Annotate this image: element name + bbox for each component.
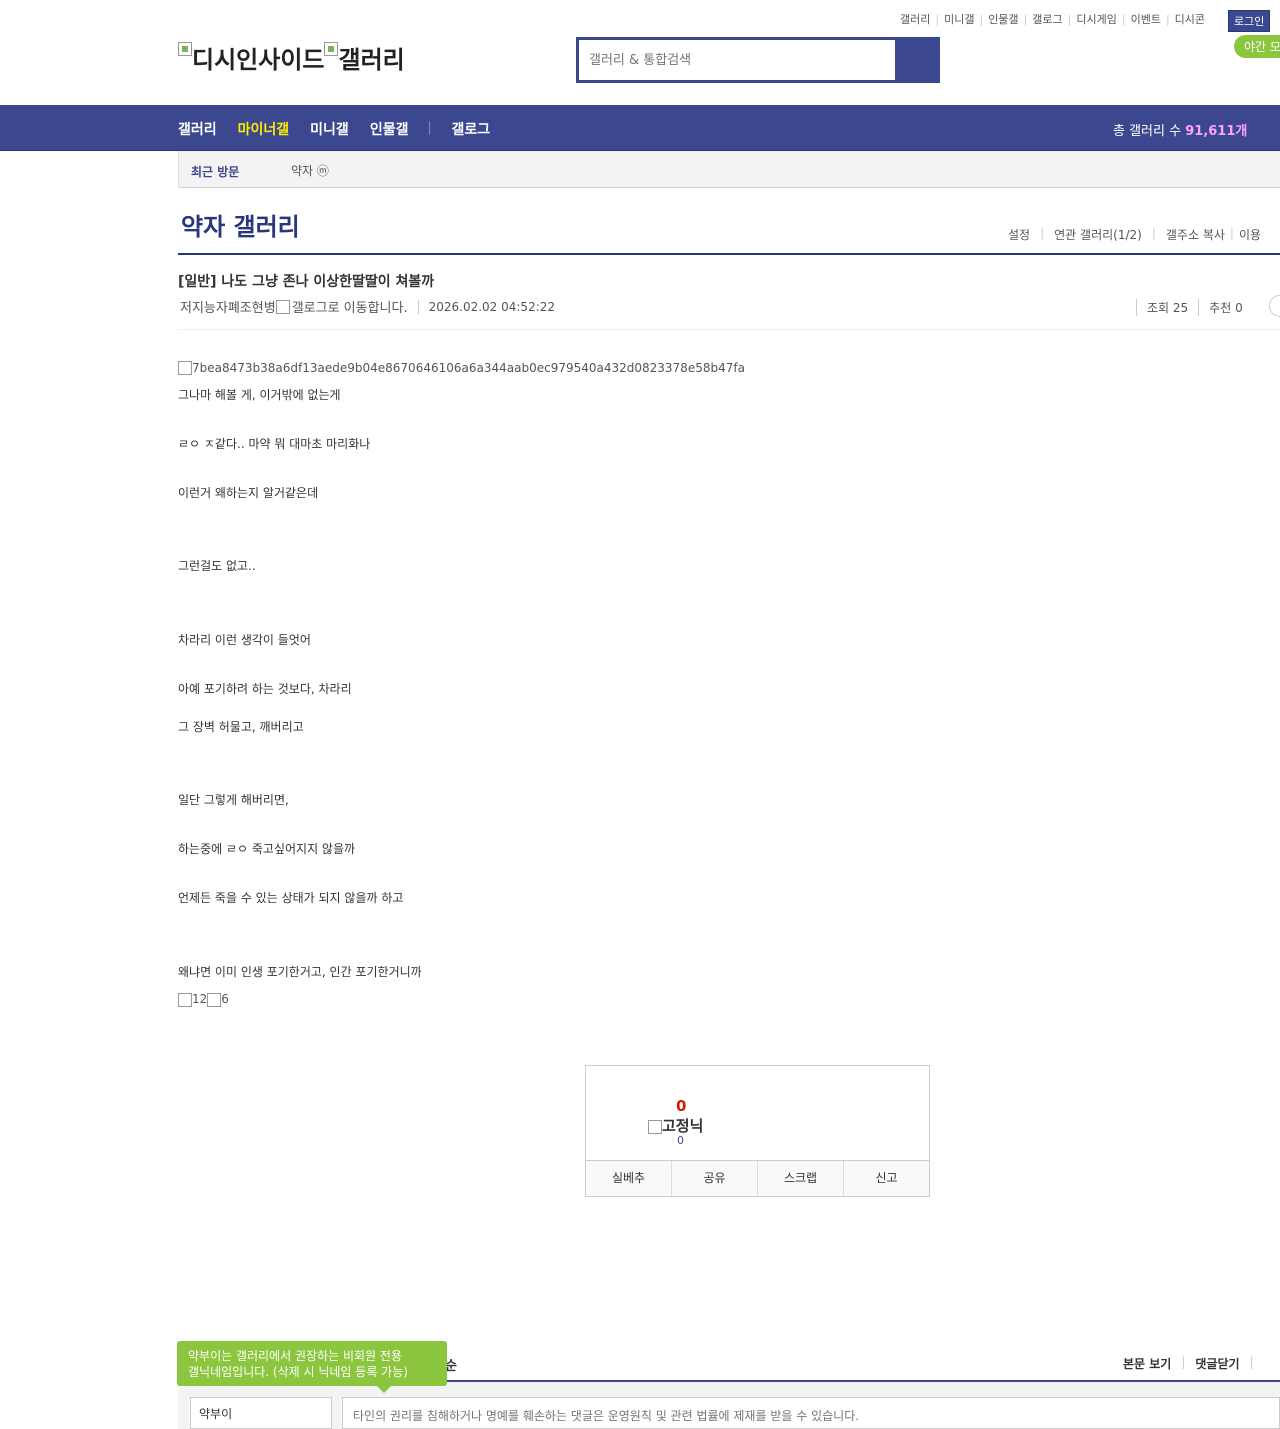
- comment-links: 본문 보기 | 댓글닫기 |: [1123, 1355, 1254, 1372]
- broken-image-icon: [275, 299, 290, 314]
- login-button[interactable]: 로그인: [1228, 10, 1271, 32]
- post-author[interactable]: 저지능자폐조현병: [180, 297, 276, 316]
- view-body-link[interactable]: 본문 보기: [1123, 1355, 1171, 1372]
- post-bottom-images: 12 6: [178, 992, 229, 1007]
- tooltip-line: 갤닉네임입니다. (삭제 시 닉네임 등록 가능): [188, 1365, 408, 1379]
- post-paragraph: 아예 포기하려 하는 것보다, 차라리: [178, 682, 352, 696]
- gallery-title[interactable]: 약자 갤러리: [181, 207, 300, 242]
- divider: [178, 329, 1280, 330]
- close-comments-link[interactable]: 댓글닫기: [1195, 1355, 1239, 1372]
- main-nav: 갤러리 마이너갤 미니갤 인물갤 갤로그 총 갤러리 수 91,611개: [0, 105, 1280, 151]
- gallery-tools: 설정 | 연관 갤러리(1/2) | 갤주소 복사 | 이용: [1008, 226, 1262, 243]
- related-gallery-link[interactable]: 연관 갤러리(1/2): [1054, 226, 1142, 243]
- night-mode-button[interactable]: 야간 모: [1234, 35, 1280, 58]
- post-paragraph: 언제든 죽을 수 있는 상태가 되지 않을까 하고: [178, 891, 404, 905]
- post-paragraph: 왜냐면 이미 인생 포기한거고, 인간 포기한거니까: [178, 965, 422, 979]
- fixed-nick-count: 0: [677, 1134, 684, 1147]
- copy-address-link[interactable]: 갤주소 복사: [1166, 226, 1225, 243]
- post-image-alt: 7bea8473b38a6df13aede9b04e8670646106a6a3…: [192, 361, 745, 375]
- total-gallery-count: 총 갤러리 수 91,611개: [1113, 120, 1247, 139]
- search-input[interactable]: [579, 40, 895, 80]
- util-link-dccon[interactable]: 디시콘: [1175, 11, 1205, 27]
- post-date: 2026.02.02 04:52:22: [417, 299, 555, 314]
- nav-item-mini-gallery[interactable]: 미니갤: [310, 119, 349, 139]
- total-gallery-label: 총 갤러리 수: [1113, 124, 1182, 139]
- broken-image-icon: [207, 992, 222, 1007]
- share-button[interactable]: 공유: [671, 1161, 757, 1196]
- util-link-persongall[interactable]: 인물갤: [988, 11, 1018, 27]
- tooltip-line: 약부이는 갤러리에서 권장하는 비회원 전용: [188, 1349, 402, 1363]
- gallog-link[interactable]: 갤로그로 이동합니다.: [292, 297, 408, 316]
- post-paragraph: 그런걸도 없고..: [178, 559, 256, 573]
- post-paragraph: 차라리 이런 생각이 들엇어: [178, 633, 311, 647]
- image-alt: 6: [221, 992, 229, 1006]
- recommend-count: 추천 0: [1198, 299, 1253, 316]
- util-link-minigall[interactable]: 미니갤: [944, 11, 974, 27]
- post-paragraph: ㄹㅇ ㅈ같다.. 마약 뭐 대마초 마리화나: [178, 437, 371, 451]
- util-link-gallog[interactable]: 갤로그: [1032, 11, 1062, 27]
- post-paragraph: 이런거 왜하는지 알거같은데: [178, 486, 319, 500]
- recommend-box-count: 0: [676, 1097, 687, 1115]
- nav-item-person-gallery[interactable]: 인물갤: [370, 119, 409, 139]
- search-box: [576, 37, 940, 83]
- logo-text-dcinside: 디시인사이드: [192, 46, 325, 74]
- broken-image-icon: [178, 992, 192, 1007]
- nav-item-gallog[interactable]: 갤로그: [429, 119, 490, 139]
- post-paragraph: 그 장벽 허물고, 깨버리고: [178, 720, 304, 734]
- report-button[interactable]: 신고: [843, 1161, 929, 1196]
- usage-link[interactable]: 이용: [1239, 226, 1261, 243]
- post-title: [일반] 나도 그냥 존나 이상한딸딸이 쳐볼까: [178, 274, 435, 290]
- logo-text-gallery: 갤러리: [338, 46, 405, 74]
- nav-item-gallery[interactable]: 갤러리: [178, 119, 217, 139]
- nickname-input[interactable]: [190, 1397, 332, 1429]
- scrap-button[interactable]: 스크랩: [757, 1161, 843, 1196]
- recent-visit-label: 최근 방문: [191, 165, 240, 179]
- broken-image-icon: [178, 361, 192, 375]
- view-count: 조회 25: [1136, 299, 1198, 316]
- post-stats: 조회 25 추천 0: [1136, 295, 1280, 317]
- site-logo[interactable]: 디시인사이드 갤러리: [178, 40, 405, 75]
- comment-bubble-icon[interactable]: [1269, 295, 1280, 317]
- recommend-box: 0 고정닉 0 실베추 공유 스크랩 신고: [585, 1065, 930, 1197]
- recent-visit-item[interactable]: 약자 ⓜ: [291, 162, 329, 179]
- divider: [178, 253, 1280, 255]
- recent-visit-bar: 최근 방문 약자 ⓜ: [178, 151, 1280, 188]
- nickname-tooltip: 약부이는 갤러리에서 권장하는 비회원 전용 갤닉네임입니다. (삭제 시 닉네…: [177, 1341, 447, 1393]
- util-link-gallery[interactable]: 갤러리: [900, 11, 930, 27]
- real-best-button[interactable]: 실베추: [586, 1161, 671, 1196]
- comment-textarea[interactable]: [342, 1397, 1280, 1429]
- utility-links: 갤러리 | 미니갤 | 인물갤 | 갤로그 | 디시게임 | 이벤트 | 디시콘: [900, 11, 1206, 27]
- post-paragraph: 하는중에 ㄹㅇ 죽고싶어지지 않을까: [178, 842, 356, 856]
- image-alt: 12: [192, 992, 208, 1006]
- post-info: 저지능자폐조현병 갤로그로 이동합니다. 2026.02.02 04:52:22: [180, 297, 555, 316]
- settings-link[interactable]: 설정: [1008, 226, 1030, 243]
- nav-item-minor-gallery[interactable]: 마이너갤: [238, 119, 290, 139]
- post-paragraph: 그나마 해볼 게, 이거밖에 없는게: [178, 388, 341, 402]
- fixed-nick-text: 고정닉: [662, 1117, 704, 1135]
- search-button[interactable]: [895, 40, 937, 80]
- broken-image-icon: [324, 42, 339, 56]
- util-link-dcgame[interactable]: 디시게임: [1076, 11, 1116, 27]
- post-paragraph: 일단 그렇게 해버리면,: [178, 793, 289, 807]
- total-gallery-value: 91,611개: [1185, 124, 1248, 139]
- broken-image-icon: [178, 42, 192, 56]
- util-link-event[interactable]: 이벤트: [1131, 11, 1161, 27]
- broken-image-icon: [648, 1119, 662, 1134]
- fixed-nick-label: 고정닉: [648, 1115, 703, 1136]
- post-image: 7bea8473b38a6df13aede9b04e8670646106a6a3…: [178, 361, 745, 375]
